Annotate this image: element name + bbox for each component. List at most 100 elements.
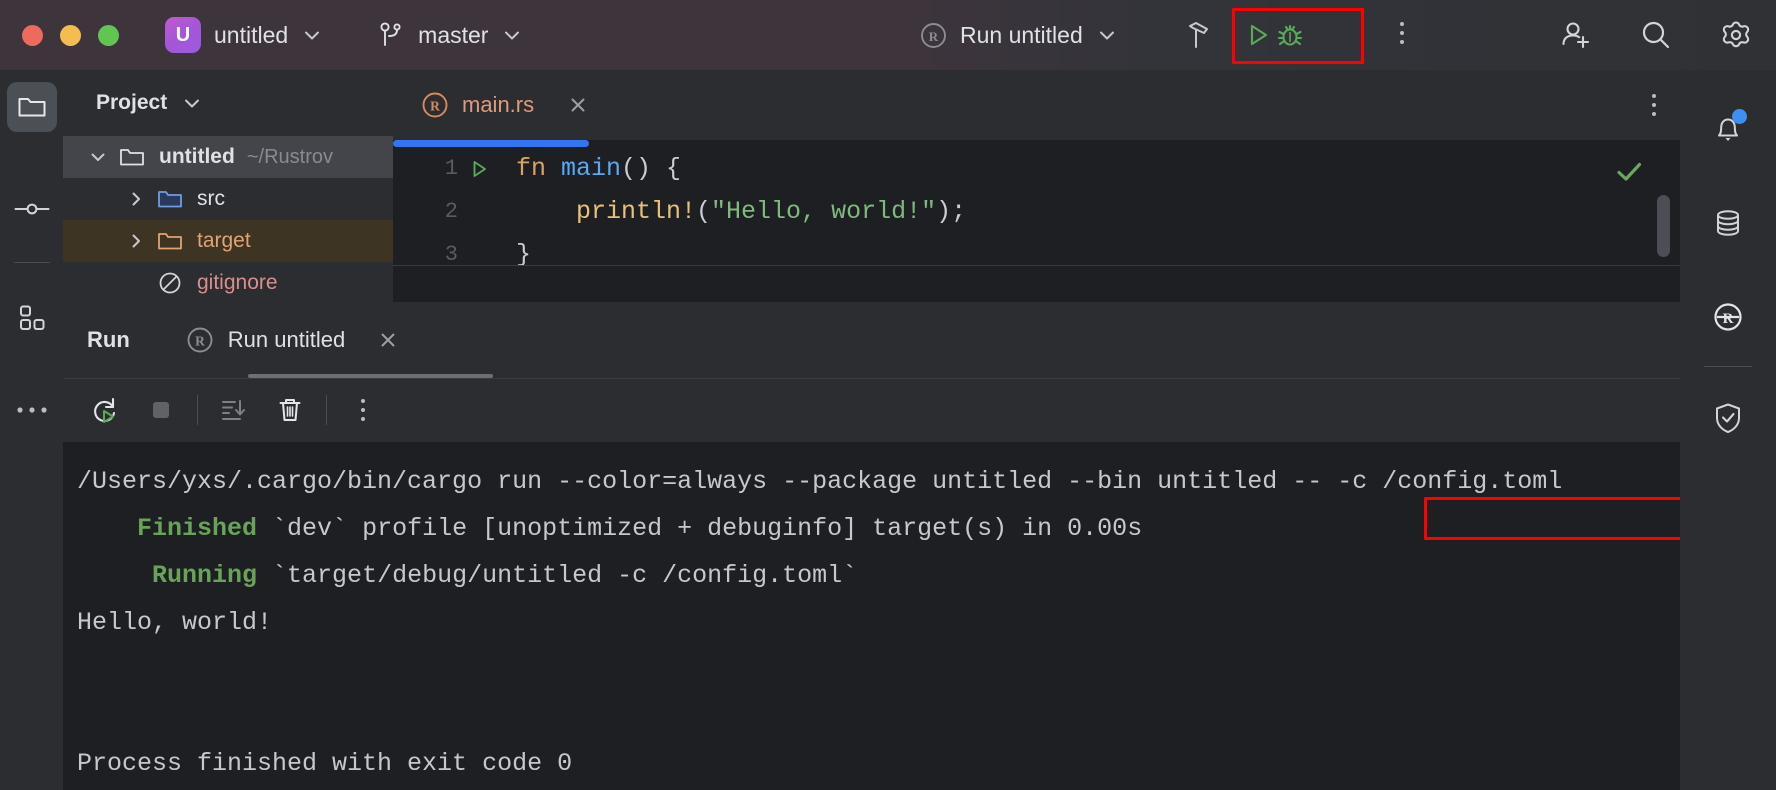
sidebar-item-commit[interactable] (7, 184, 57, 234)
maximize-window-button[interactable] (98, 24, 119, 46)
console-line: Hello, world! (77, 608, 273, 637)
scroll-to-end-button[interactable] (206, 382, 262, 438)
tree-item-label: gitignore (197, 271, 278, 294)
run-line-icon[interactable] (464, 158, 494, 180)
commit-node-icon (14, 199, 50, 219)
project-panel-header[interactable]: Project (63, 70, 393, 136)
sidebar-item-database[interactable] (1703, 198, 1753, 248)
console-status-finished: Finished (137, 514, 258, 543)
svg-text:R: R (929, 29, 939, 44)
ide-window: U untitled master R Run untitled Project… (0, 0, 1776, 790)
line-number: 3 (444, 242, 458, 267)
close-icon[interactable] (377, 329, 399, 351)
chevron-down-icon[interactable] (81, 147, 115, 167)
right-tool-rail: R (1680, 70, 1776, 790)
search-icon[interactable] (1638, 17, 1674, 53)
add-account-icon[interactable] (1558, 17, 1594, 53)
project-selector[interactable]: U untitled (165, 17, 323, 53)
code-line: 3 } (393, 233, 1680, 276)
left-tool-rail (0, 70, 63, 790)
folder-orange-icon (153, 230, 187, 252)
divider (326, 395, 327, 425)
run-tool-window: Run R Run untitled /Users/yxs/.cargo/bin… (63, 302, 1680, 790)
code-text: fn main() { (516, 154, 682, 183)
console-command-text: /Users/yxs/.cargo/bin/cargo run --color=… (77, 467, 1338, 496)
tree-item-label: target (197, 229, 251, 252)
editor-scrollbar[interactable] (1657, 195, 1670, 257)
sidebar-item-security[interactable] (1703, 393, 1753, 443)
svg-text:R: R (195, 334, 205, 349)
divider (197, 395, 198, 425)
divider (63, 378, 1680, 379)
shield-check-icon (1712, 401, 1744, 435)
chevron-down-icon (301, 24, 323, 46)
branch-icon (379, 20, 405, 50)
folder-icon (115, 146, 149, 168)
chevron-down-icon[interactable] (181, 92, 203, 114)
chevron-down-icon (1096, 24, 1118, 46)
hammer-icon[interactable] (1180, 18, 1214, 52)
editor-tab-label: main.rs (462, 92, 535, 117)
sidebar-item-more[interactable] (7, 385, 57, 435)
project-name-label: untitled (214, 21, 289, 48)
debug-bug-icon[interactable] (1275, 20, 1305, 50)
console-status-running: Running (152, 561, 258, 590)
rust-file-icon: R (421, 91, 449, 119)
rerun-button[interactable] (77, 382, 133, 438)
tree-item-target[interactable]: target (63, 220, 393, 262)
tab-main-rs[interactable]: R main.rs (421, 70, 589, 140)
sidebar-item-rust[interactable]: R (1703, 292, 1753, 342)
run-options-button[interactable] (335, 382, 391, 438)
console-line: /Users/yxs/.cargo/bin/cargo run --color=… (77, 458, 1680, 505)
chevron-down-icon (501, 24, 523, 46)
title-bar-right-actions (1558, 0, 1754, 70)
folder-blue-icon (153, 188, 187, 210)
console-output[interactable]: /Users/yxs/.cargo/bin/cargo run --color=… (63, 442, 1680, 790)
check-icon[interactable] (1614, 157, 1644, 187)
more-vertical-icon[interactable] (1400, 22, 1404, 44)
svg-text:R: R (430, 99, 440, 114)
close-window-button[interactable] (22, 24, 43, 46)
code-line: 2 println!("Hello, world!"); (393, 190, 1680, 233)
clear-all-button[interactable] (262, 382, 318, 438)
svg-text:R: R (1723, 311, 1734, 327)
run-window-title: Run (87, 327, 130, 352)
tree-item-gitignore[interactable]: gitignore (63, 262, 393, 302)
line-number: 2 (444, 199, 458, 224)
minimize-window-button[interactable] (60, 24, 81, 46)
rust-icon: R (920, 22, 947, 49)
grid-blocks-icon (17, 303, 47, 333)
folder-icon (16, 91, 48, 123)
chevron-right-icon[interactable] (119, 231, 153, 251)
sidebar-item-notifications[interactable] (1703, 104, 1753, 154)
editor-progress-indicator (393, 140, 589, 147)
sidebar-item-plugins[interactable] (7, 293, 57, 343)
branch-name-label: master (418, 21, 489, 48)
database-icon (1712, 207, 1744, 239)
gear-icon[interactable] (1718, 17, 1754, 53)
code-line: 1 fn main() { (393, 147, 1680, 190)
divider (393, 265, 1680, 266)
more-vertical-icon[interactable] (1652, 94, 1656, 116)
run-configuration-selector[interactable]: R Run untitled (920, 0, 1118, 70)
run-window-toolbar (63, 378, 1680, 442)
console-line: Running `target/debug/untitled -c /confi… (152, 561, 858, 590)
tree-item-src[interactable]: src (63, 178, 393, 220)
run-debug-button-group (1234, 10, 1314, 60)
run-play-icon[interactable] (1243, 20, 1273, 50)
rail-divider (13, 262, 50, 263)
branch-selector[interactable]: master (379, 20, 523, 50)
sidebar-item-project[interactable] (6, 82, 57, 132)
project-tool-window: Project untitled ~/Rustrov src target gi… (63, 70, 393, 302)
tree-item-untitled[interactable]: untitled ~/Rustrov (63, 136, 393, 178)
run-tab-label: Run untitled (227, 327, 346, 352)
chevron-right-icon[interactable] (119, 189, 153, 209)
rail-divider (1704, 366, 1752, 367)
code-view[interactable]: 1 fn main() { 2 println!("Hello, world!"… (393, 147, 1680, 269)
stop-button[interactable] (133, 382, 189, 438)
close-icon[interactable] (567, 94, 589, 116)
window-traffic-lights (22, 24, 119, 46)
tab-run-untitled[interactable]: R Run untitled (186, 326, 399, 354)
